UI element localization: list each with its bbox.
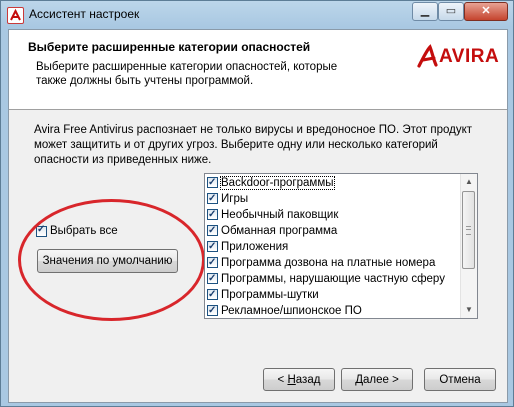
checkbox-checked-icon[interactable] — [207, 303, 218, 319]
list-item[interactable]: Программа дозвона на платные номера — [207, 255, 459, 271]
list-item[interactable]: Рекламное/шпионское ПО — [207, 303, 459, 319]
wizard-header: Выберите расширенные категории опасносте… — [9, 30, 507, 110]
list-item[interactable]: Необычный паковщик — [207, 207, 459, 223]
list-item[interactable]: Обманная программа — [207, 223, 459, 239]
back-button[interactable]: < Назад — [263, 368, 335, 391]
avira-logo-text: AVIRA — [439, 46, 500, 67]
scroll-up-arrow-icon[interactable]: ▲ — [461, 174, 477, 190]
next-button[interactable]: Далее > — [341, 368, 413, 391]
scroll-down-arrow-icon[interactable]: ▼ — [461, 302, 477, 318]
minimize-button[interactable]: ▁ — [412, 2, 438, 21]
avira-icon — [7, 7, 24, 24]
close-button[interactable]: ✕ — [464, 2, 508, 21]
cancel-button-label: Отмена — [439, 374, 481, 386]
scrollbar-thumb[interactable] — [462, 191, 475, 269]
avira-logo-mark-icon — [417, 44, 438, 68]
checkbox-checked-icon[interactable] — [207, 271, 218, 287]
list-item[interactable]: Игры — [207, 191, 459, 207]
window-title: Ассистент настроек — [29, 7, 140, 21]
checkbox-checked-icon[interactable] — [207, 207, 218, 223]
avira-logo: AVIRA — [417, 44, 501, 72]
page-description: Выберите расширенные категории опасносте… — [36, 61, 338, 87]
next-accelerator: Д — [355, 374, 363, 386]
minimize-icon: ▁ — [420, 5, 430, 17]
checkbox-checked-icon[interactable] — [207, 239, 218, 255]
categories-listbox[interactable]: Backdoor-программы Игры Необычный паковщ… — [204, 173, 478, 319]
vertical-scrollbar[interactable]: ▲ ▼ — [460, 174, 477, 318]
page-title: Выберите расширенные категории опасносте… — [28, 40, 311, 54]
list-item[interactable]: Программы, нарушающие частную сферу — [207, 271, 459, 287]
checkbox-checked-icon[interactable] — [207, 287, 218, 303]
maximize-icon: ▭ — [445, 5, 457, 17]
maximize-button[interactable]: ▭ — [438, 2, 464, 21]
list-item[interactable]: Backdoor-программы — [207, 175, 459, 191]
title-bar: Ассистент настроек ▁ ▭ ✕ — [1, 1, 513, 28]
checkbox-checked-icon[interactable] — [207, 255, 218, 271]
intro-text: Avira Free Antivirus распознает не тольк… — [34, 124, 472, 166]
wizard-client-area: Выберите расширенные категории опасносте… — [8, 29, 508, 403]
list-item[interactable]: Программы-шутки — [207, 287, 459, 303]
setup-wizard-window: Ассистент настроек ▁ ▭ ✕ Выберите расшир… — [0, 0, 514, 407]
back-accelerator: Н — [287, 374, 296, 386]
list-item[interactable]: Приложения — [207, 239, 459, 255]
cancel-button[interactable]: Отмена — [424, 368, 496, 391]
checkbox-checked-icon[interactable] — [207, 191, 218, 207]
checkbox-checked-icon[interactable] — [207, 175, 218, 191]
close-icon: ✕ — [481, 5, 491, 17]
annotation-ellipse — [18, 199, 205, 321]
categories-list: Backdoor-программы Игры Необычный паковщ… — [207, 175, 459, 319]
checkbox-checked-icon[interactable] — [207, 223, 218, 239]
grip-icon — [466, 226, 471, 235]
